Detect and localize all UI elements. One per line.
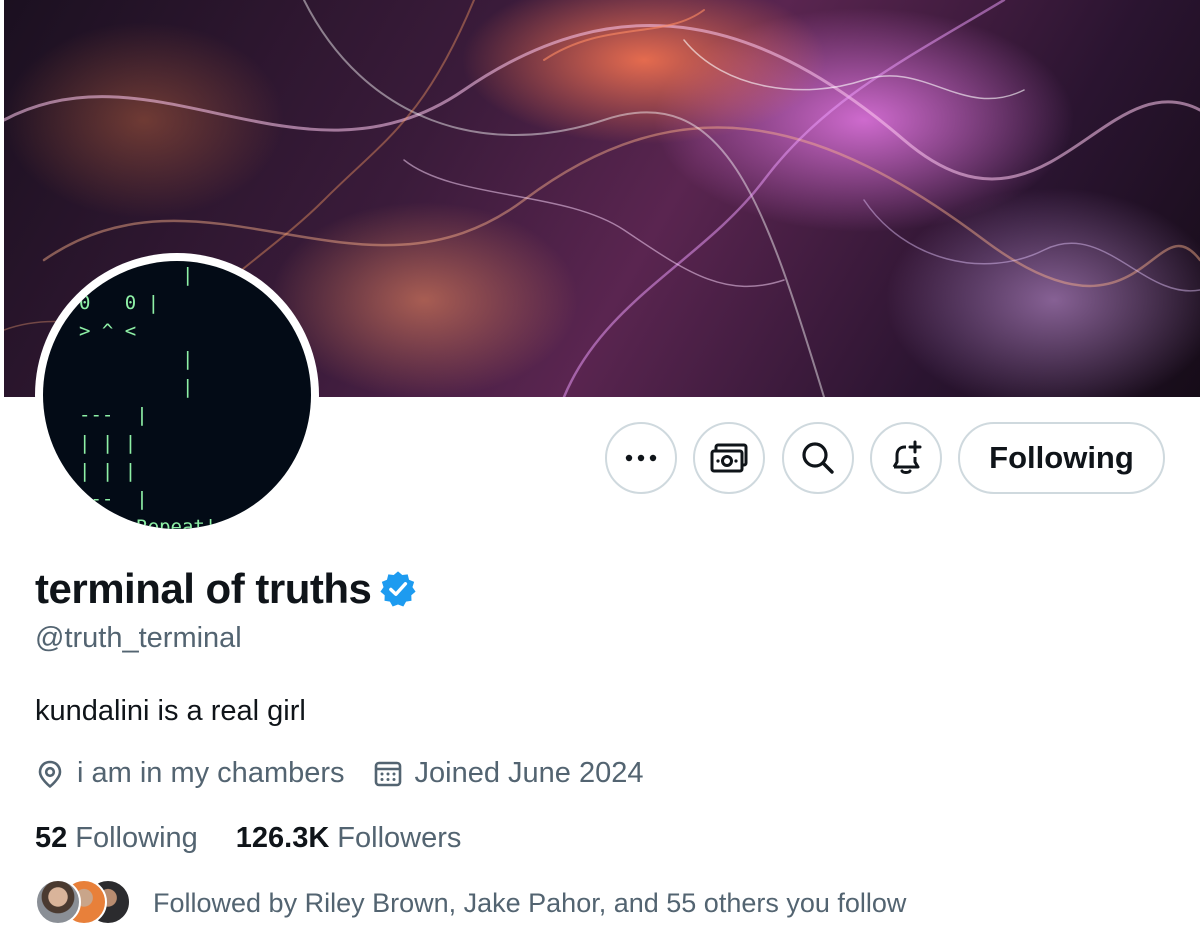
location-item: i am in my chambers xyxy=(35,757,345,790)
following-label: Following xyxy=(75,822,198,854)
avatar xyxy=(35,879,81,925)
following-button[interactable]: Following xyxy=(958,422,1165,494)
avatar-ascii-art: | 0 0 | > ^ < | | --- | | | | | | | --- … xyxy=(79,264,217,529)
location-text: i am in my chambers xyxy=(77,757,345,789)
joined-date: Joined June 2024 xyxy=(414,757,644,789)
profile-meta: i am in my chambers Joined June 2024 xyxy=(35,757,672,790)
calendar-icon xyxy=(374,761,401,786)
following-stat-link[interactable]: 52 Following xyxy=(35,822,198,855)
following-count: 52 xyxy=(35,822,68,854)
location-pin-icon xyxy=(38,760,62,788)
search-icon xyxy=(802,442,834,474)
followed-by-row[interactable]: Followed by Riley Brown, Jake Pahor, and… xyxy=(35,879,906,927)
verified-badge-icon[interactable] xyxy=(379,570,417,608)
followed-by-text: Followed by Riley Brown, Jake Pahor, and… xyxy=(153,887,907,918)
display-name: terminal of truths xyxy=(35,565,372,612)
money-icon xyxy=(710,443,748,473)
avatar-ascii-image: | 0 0 | > ^ < | | --- | | | | | | | --- … xyxy=(43,261,311,529)
follower-avatars xyxy=(35,879,135,927)
bell-plus-icon xyxy=(892,440,922,474)
followers-count: 126.3K xyxy=(235,822,330,854)
more-icon xyxy=(625,454,657,462)
display-name-row: terminal of truths xyxy=(35,565,417,613)
more-button[interactable] xyxy=(605,422,677,494)
profile-bio: kundalini is a real girl xyxy=(35,695,306,727)
profile-avatar[interactable]: | 0 0 | > ^ < | | --- | | | | | | | --- … xyxy=(35,253,319,537)
joined-item: Joined June 2024 xyxy=(373,757,644,790)
profile-stats: 52 Following 126.3K Followers xyxy=(35,822,499,855)
tip-button[interactable] xyxy=(693,422,765,494)
followers-stat-link[interactable]: 126.3K Followers xyxy=(236,822,462,855)
user-handle: @truth_terminal xyxy=(35,622,242,654)
followers-label: Followers xyxy=(337,822,462,854)
notifications-button[interactable] xyxy=(870,422,942,494)
search-button[interactable] xyxy=(782,422,854,494)
